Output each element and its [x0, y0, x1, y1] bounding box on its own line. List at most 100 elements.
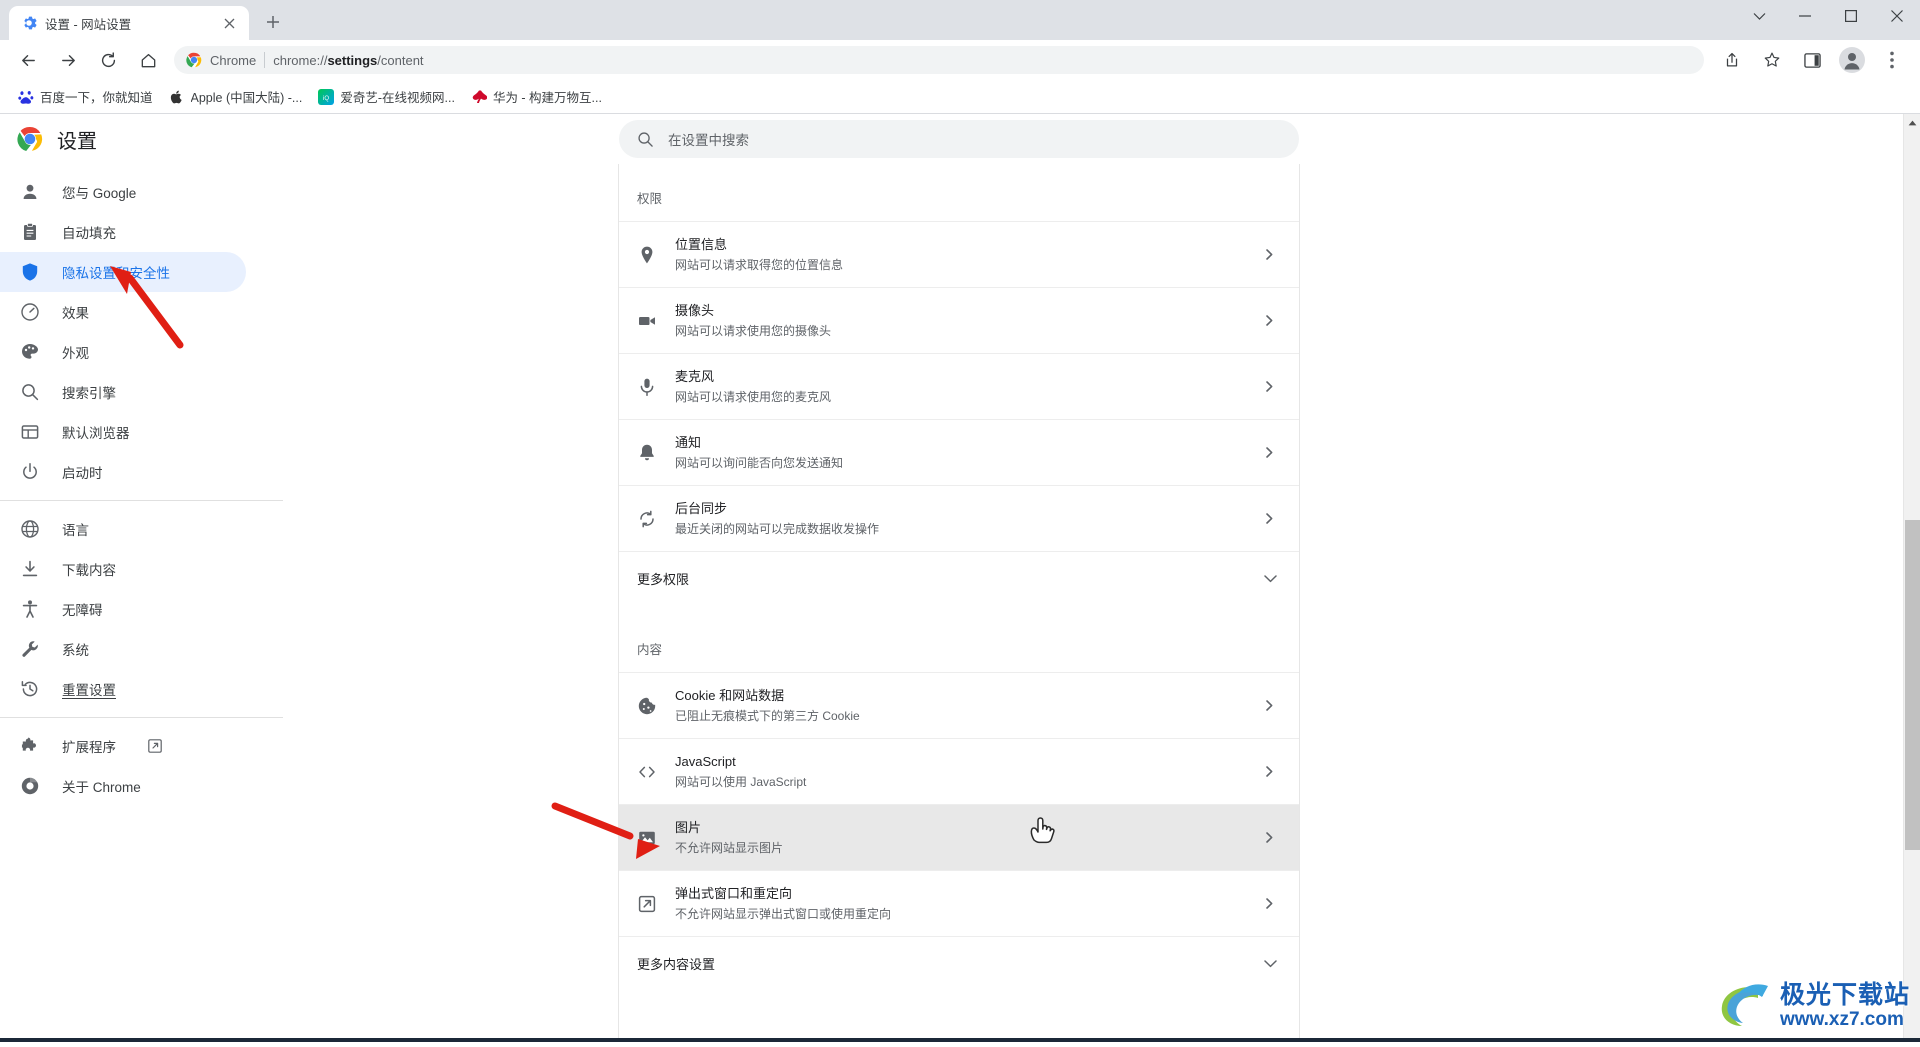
tab-search-chevron-down-icon[interactable]	[1736, 0, 1782, 32]
sidebar-item-accessibility[interactable]: 无障碍	[0, 589, 246, 629]
chevron-down-icon[interactable]	[1264, 956, 1277, 971]
browser-toolbar: Chrome chrome://settings/content	[0, 40, 1920, 80]
chrome-icon	[20, 776, 40, 796]
sidebar-item-label: 启动时	[62, 462, 103, 482]
pref-subtitle: 不允许网站显示弹出式窗口或使用重定向	[675, 905, 1243, 923]
bookmark-item[interactable]: iQ 爱奇艺-在线视频网...	[310, 84, 463, 110]
chevron-right-icon[interactable]	[1261, 832, 1277, 843]
expand-more-content-settings[interactable]: 更多内容设置	[619, 936, 1299, 990]
pref-title: 图片	[675, 819, 1243, 837]
pref-row-background-sync[interactable]: 后台同步 最近关闭的网站可以完成数据收发操作	[619, 485, 1299, 551]
chevron-right-icon[interactable]	[1261, 381, 1277, 392]
pref-text: Cookie 和网站数据 已阻止无痕模式下的第三方 Cookie	[675, 687, 1243, 725]
sidebar-item-search-engine[interactable]: 搜索引擎	[0, 372, 246, 412]
sidebar-item-on-startup[interactable]: 启动时	[0, 452, 246, 492]
sidebar-item-downloads[interactable]: 下载内容	[0, 549, 246, 589]
search-input[interactable]: 在设置中搜索	[619, 120, 1299, 158]
puzzle-icon	[20, 736, 40, 756]
pref-title: 位置信息	[675, 236, 1243, 254]
pref-row-location[interactable]: 位置信息 网站可以请求取得您的位置信息	[619, 221, 1299, 287]
pref-text: 摄像头 网站可以请求使用您的摄像头	[675, 302, 1243, 340]
pref-subtitle: 不允许网站显示图片	[675, 839, 1243, 857]
share-icon[interactable]	[1716, 44, 1748, 76]
sidebar-item-languages[interactable]: 语言	[0, 509, 246, 549]
profile-avatar[interactable]	[1836, 44, 1868, 76]
sidebar-item-privacy-and-security[interactable]: 隐私设置和安全性	[0, 252, 246, 292]
close-button[interactable]	[1874, 0, 1920, 32]
maximize-button[interactable]	[1828, 0, 1874, 32]
browser-icon	[20, 422, 40, 442]
image-icon	[637, 828, 657, 848]
pref-row-notifications[interactable]: 通知 网站可以询问能否向您发送通知	[619, 419, 1299, 485]
pref-title: JavaScript	[675, 753, 1243, 771]
bookmark-star-icon[interactable]	[1756, 44, 1788, 76]
pref-row-camera[interactable]: 摄像头 网站可以请求使用您的摄像头	[619, 287, 1299, 353]
browser-tab-settings[interactable]: 设置 - 网站设置	[9, 6, 249, 40]
chevron-down-icon[interactable]	[1264, 571, 1277, 586]
forward-icon[interactable]	[52, 44, 84, 76]
sidebar-divider	[0, 500, 283, 501]
pref-title: 通知	[675, 434, 1243, 452]
home-icon[interactable]	[132, 44, 164, 76]
sidebar-item-default-browser[interactable]: 默认浏览器	[0, 412, 246, 452]
code-icon	[637, 762, 657, 782]
accessibility-icon	[20, 599, 40, 619]
pref-text: 位置信息 网站可以请求取得您的位置信息	[675, 236, 1243, 274]
pref-text: 后台同步 最近关闭的网站可以完成数据收发操作	[675, 500, 1243, 538]
sidebar-item-you-and-google[interactable]: 您与 Google	[0, 172, 246, 212]
reload-icon[interactable]	[92, 44, 124, 76]
chevron-right-icon[interactable]	[1261, 447, 1277, 458]
sidebar-item-label: 外观	[62, 342, 89, 362]
page-scrollbar[interactable]	[1903, 114, 1920, 1042]
chevron-right-icon[interactable]	[1261, 513, 1277, 524]
tab-close-icon[interactable]	[219, 13, 239, 33]
expand-label: 更多权限	[637, 569, 689, 588]
settings-sidebar: 您与 Google 自动填充 隐私设置和安全性 效果 外观 搜索引擎 默认浏览器	[0, 164, 282, 1042]
new-tab-button[interactable]	[259, 8, 287, 36]
back-icon[interactable]	[12, 44, 44, 76]
side-panel-icon[interactable]	[1796, 44, 1828, 76]
sidebar-item-performance[interactable]: 效果	[0, 292, 246, 332]
sidebar-item-system[interactable]: 系统	[0, 629, 246, 669]
pref-text: JavaScript 网站可以使用 JavaScript	[675, 753, 1243, 791]
pref-row-cookies[interactable]: Cookie 和网站数据 已阻止无痕模式下的第三方 Cookie	[619, 672, 1299, 738]
content-section-label: 内容	[619, 629, 1299, 672]
sidebar-item-autofill[interactable]: 自动填充	[0, 212, 246, 252]
bookmark-item[interactable]: 华为 - 构建万物互...	[463, 84, 610, 110]
chrome-menu-icon[interactable]	[1876, 44, 1908, 76]
bookmark-item[interactable]: 百度一下，你就知道	[10, 84, 161, 110]
search-placeholder: 在设置中搜索	[668, 129, 749, 149]
settings-content: 权限 位置信息 网站可以请求取得您的位置信息 摄像头 网站可以请求使用您的摄像头	[618, 164, 1300, 1042]
sidebar-item-appearance[interactable]: 外观	[0, 332, 246, 372]
location-pin-icon	[637, 245, 657, 265]
expand-more-permissions[interactable]: 更多权限	[619, 551, 1299, 605]
pref-row-popups-and-redirects[interactable]: 弹出式窗口和重定向 不允许网站显示弹出式窗口或使用重定向	[619, 870, 1299, 936]
bookmark-item[interactable]: Apple (中国大陆) -...	[161, 84, 311, 110]
pref-row-images[interactable]: 图片 不允许网站显示图片	[619, 804, 1299, 870]
scrollbar-thumb[interactable]	[1905, 520, 1920, 850]
minimize-button[interactable]	[1782, 0, 1828, 32]
sidebar-divider	[0, 717, 283, 718]
scroll-up-arrow-icon[interactable]	[1904, 114, 1920, 131]
section-gap	[619, 605, 1299, 629]
chevron-right-icon[interactable]	[1261, 700, 1277, 711]
sidebar-item-about-chrome[interactable]: 关于 Chrome	[0, 766, 246, 806]
sidebar-item-reset-settings[interactable]: 重置设置	[0, 669, 246, 709]
sidebar-item-extensions[interactable]: 扩展程序	[0, 726, 246, 766]
download-icon	[20, 559, 40, 579]
pref-row-microphone[interactable]: 麦克风 网站可以请求使用您的麦克风	[619, 353, 1299, 419]
sidebar-item-label: 无障碍	[62, 599, 103, 619]
chevron-right-icon[interactable]	[1261, 898, 1277, 909]
address-bar[interactable]: Chrome chrome://settings/content	[174, 46, 1704, 74]
pref-row-javascript[interactable]: JavaScript 网站可以使用 JavaScript	[619, 738, 1299, 804]
settings-brand[interactable]: 设置	[0, 125, 282, 154]
chevron-right-icon[interactable]	[1261, 249, 1277, 260]
chevron-right-icon[interactable]	[1261, 315, 1277, 326]
site-settings-card: 权限 位置信息 网站可以请求取得您的位置信息 摄像头 网站可以请求使用您的摄像头	[618, 164, 1300, 1042]
search-icon	[637, 131, 654, 148]
pref-subtitle: 网站可以询问能否向您发送通知	[675, 454, 1243, 472]
chevron-right-icon[interactable]	[1261, 766, 1277, 777]
pref-subtitle: 已阻止无痕模式下的第三方 Cookie	[675, 707, 1243, 725]
history-icon	[20, 679, 40, 699]
sidebar-item-label: 扩展程序	[62, 736, 116, 756]
